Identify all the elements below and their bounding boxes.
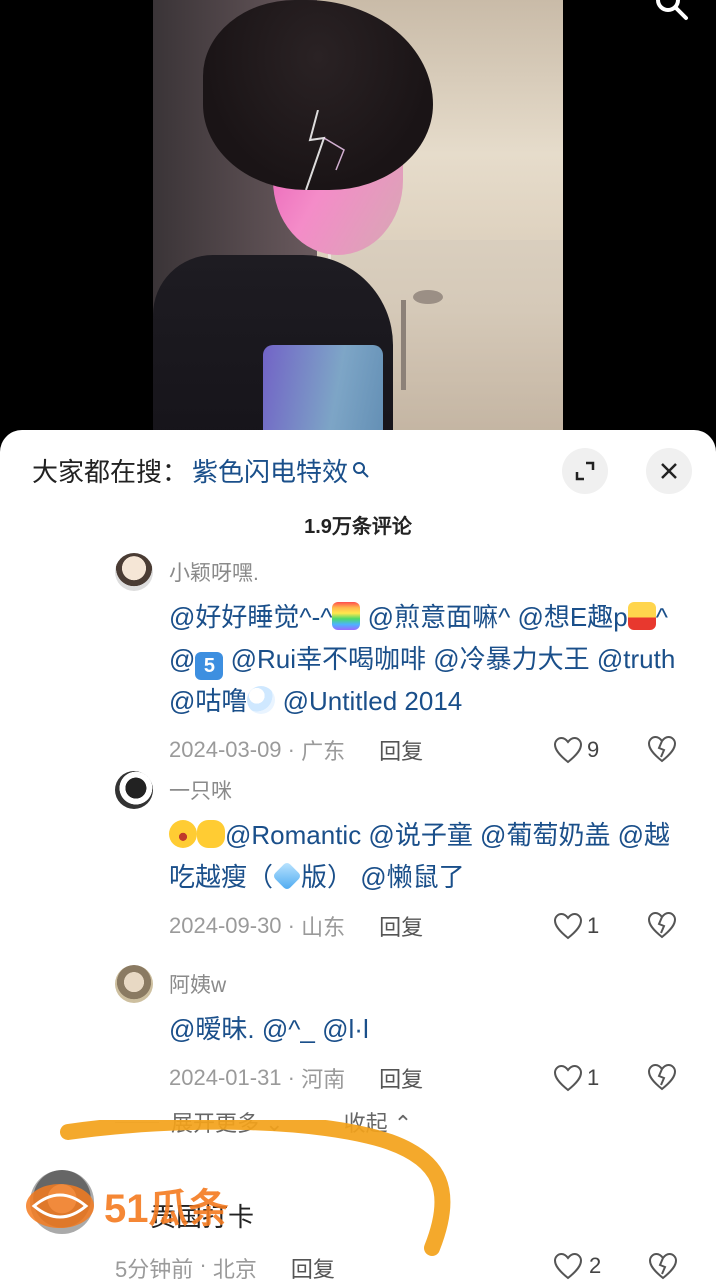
search-term[interactable]: 紫色闪电特效 bbox=[192, 452, 348, 489]
mention-text[interactable]: @Untitled 2014 bbox=[275, 686, 463, 716]
comment-location: 河南 bbox=[301, 1067, 346, 1092]
like-button[interactable]: 1 bbox=[553, 1062, 599, 1094]
bubbles-emoji bbox=[247, 686, 276, 714]
shower-pipe bbox=[401, 300, 406, 390]
reply-button[interactable]: 回复 bbox=[379, 910, 423, 942]
video-player[interactable] bbox=[0, 0, 716, 440]
comment-date: 2024-01-31 bbox=[169, 1065, 282, 1090]
search-icon bbox=[353, 462, 369, 478]
heart-icon bbox=[553, 912, 583, 940]
heart-icon bbox=[553, 1064, 583, 1092]
close-icon bbox=[661, 463, 677, 479]
avatar[interactable] bbox=[115, 771, 153, 809]
reply-button[interactable]: 回复 bbox=[379, 734, 423, 766]
comment-text: @Romantic @说子童 @葡萄奶盖 @越吃越瘦（ 版） @懒鼠了 bbox=[169, 814, 689, 898]
comment-meta: 2024-01-31 · 河南 回复 1 bbox=[169, 1062, 695, 1094]
comment-text: @好好睡觉^-^ @煎意面嘛^ @想E趣p ^ @5 @Rui幸不喝咖啡 @冷暴力… bbox=[169, 596, 689, 722]
comment-date: 2024-09-30 bbox=[169, 913, 282, 938]
like-button[interactable]: 1 bbox=[553, 910, 599, 942]
username[interactable]: 阿姨w bbox=[169, 969, 226, 999]
meta-separator: · bbox=[281, 1065, 302, 1090]
joy-emoji bbox=[169, 820, 197, 848]
comment-meta: 2024-03-09 · 广东 回复 9 bbox=[169, 734, 695, 766]
broken-heart-icon[interactable] bbox=[648, 1252, 678, 1280]
like-count: 2 bbox=[589, 1253, 602, 1278]
watermark-logo: 51瓜条 bbox=[20, 1170, 270, 1240]
comment-location: 山东 bbox=[301, 915, 346, 940]
comment-header: 小颖呀嘿. bbox=[115, 553, 695, 591]
meta-separator: · bbox=[281, 737, 302, 762]
heart-icon bbox=[553, 736, 583, 764]
reply-button[interactable]: 回复 bbox=[379, 1062, 423, 1094]
watermark-text: 51瓜条 bbox=[104, 1187, 229, 1231]
like-count: 1 bbox=[587, 1065, 600, 1090]
keycap-5-emoji: 5 bbox=[195, 652, 224, 680]
search-suggestion[interactable]: 大家都在搜： 紫色闪电特效 bbox=[32, 452, 370, 488]
search-icon[interactable] bbox=[650, 0, 690, 26]
comment-header: 阿姨w bbox=[115, 965, 695, 1003]
comment-location: 广东 bbox=[301, 739, 346, 764]
lightning-effect bbox=[305, 110, 345, 190]
rainbow-emoji bbox=[332, 602, 361, 630]
username[interactable]: 小颖呀嘿. bbox=[169, 557, 259, 587]
comment-date: 2024-03-09 bbox=[169, 737, 282, 762]
mention-text[interactable]: @暧昧. @^_ @l·l bbox=[169, 1014, 369, 1044]
expand-icon bbox=[575, 461, 595, 481]
video-frame bbox=[153, 0, 563, 440]
avatar[interactable] bbox=[115, 553, 153, 591]
mention-text[interactable]: 版） @懒鼠了 bbox=[301, 862, 465, 892]
comment-text: @暧昧. @^_ @l·l bbox=[169, 1008, 689, 1050]
broken-heart-icon[interactable] bbox=[647, 1062, 677, 1092]
search-prefix: 大家都在搜： bbox=[32, 456, 189, 487]
username[interactable]: 一只咪 bbox=[169, 775, 232, 805]
comment-item: 小颖呀嘿. @好好睡觉^-^ @煎意面嘛^ @想E趣p ^ @5 @Rui幸不喝咖… bbox=[115, 553, 695, 766]
comment-count: 1.9万条评论 bbox=[304, 516, 412, 538]
like-count: 1 bbox=[587, 913, 600, 938]
showerhead bbox=[413, 290, 443, 304]
mention-text[interactable]: @好好睡觉^-^ bbox=[169, 602, 332, 632]
avatar[interactable] bbox=[115, 965, 153, 1003]
hoodie-print bbox=[263, 345, 383, 440]
heart-icon bbox=[553, 1252, 583, 1280]
meta-separator: · bbox=[281, 913, 302, 938]
broken-heart-icon[interactable] bbox=[647, 910, 677, 940]
gem-emoji bbox=[272, 861, 302, 891]
ok-hand-emoji bbox=[197, 820, 225, 848]
comment-meta: 2024-09-30 · 山东 回复 1 bbox=[169, 910, 695, 942]
like-count: 9 bbox=[587, 737, 600, 762]
comment-header: 一只咪 bbox=[115, 771, 695, 809]
like-button[interactable]: 2 bbox=[553, 1252, 601, 1280]
expand-button[interactable] bbox=[562, 448, 608, 494]
comment-item: 阿姨w @暧昧. @^_ @l·l 2024-01-31 · 河南 回复 1 bbox=[115, 965, 695, 1094]
broken-heart-icon[interactable] bbox=[647, 734, 677, 764]
comment-sheet: 大家都在搜： 紫色闪电特效 1.9万条评论 小颖呀嘿. @好好睡觉^-^ @煎意… bbox=[0, 430, 716, 1280]
like-button[interactable]: 9 bbox=[553, 734, 599, 766]
close-button[interactable] bbox=[646, 448, 692, 494]
fries-emoji bbox=[627, 602, 656, 630]
mention-text[interactable]: @煎意面嘛^ @想E趣p bbox=[360, 602, 628, 632]
comment-item: 一只咪 @Romantic @说子童 @葡萄奶盖 @越吃越瘦（ 版） @懒鼠了 2… bbox=[115, 771, 695, 942]
